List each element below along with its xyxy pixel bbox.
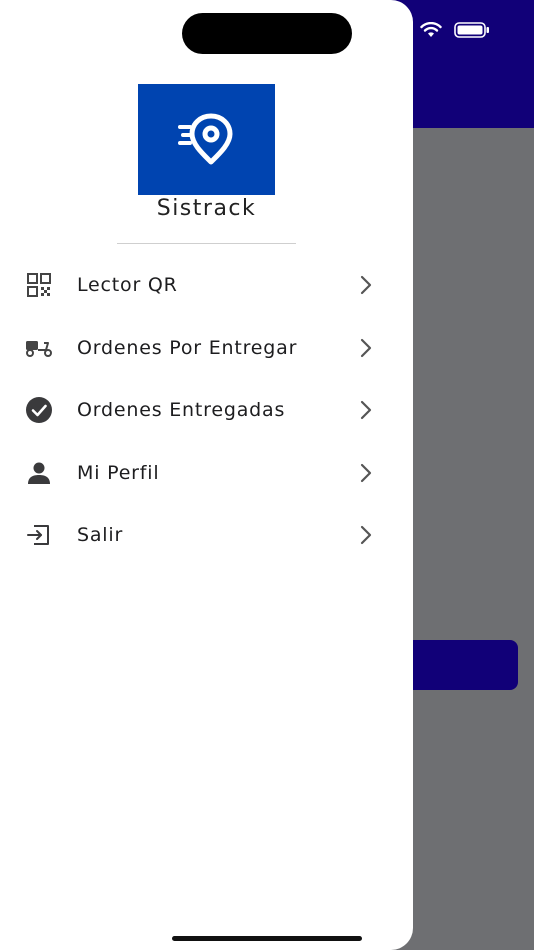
menu-item-label: Mi Perfil	[77, 461, 160, 484]
menu-item-label: Salir	[77, 524, 124, 547]
location-pin-speed-icon	[177, 113, 232, 164]
menu-item-label: Ordenes Por Entregar	[77, 336, 298, 359]
menu-item-ordenes-entregadas[interactable]: Ordenes Entregadas	[0, 379, 413, 442]
delivery-scooter-icon	[24, 333, 54, 363]
chevron-right-icon	[356, 400, 376, 420]
qr-code-icon	[24, 270, 54, 300]
chevron-right-icon	[356, 463, 376, 483]
logout-icon	[24, 520, 54, 550]
status-bar	[420, 21, 490, 42]
chevron-right-icon	[356, 525, 376, 545]
chevron-right-icon	[356, 275, 376, 295]
battery-icon	[454, 22, 490, 42]
check-circle-icon	[24, 395, 54, 425]
home-indicator[interactable]	[172, 936, 362, 941]
device-notch	[182, 13, 352, 54]
app-logo	[138, 84, 275, 195]
wifi-icon	[420, 21, 442, 42]
drawer-menu: Lector QR Ordenes Por Entregar Ordenes E…	[0, 254, 413, 567]
navigation-drawer: Sistrack Lector QR Ordenes Por Entregar …	[0, 0, 413, 950]
menu-item-salir[interactable]: Salir	[0, 504, 413, 567]
menu-item-ordenes-por-entregar[interactable]: Ordenes Por Entregar	[0, 317, 413, 380]
person-icon	[24, 458, 54, 488]
menu-item-mi-perfil[interactable]: Mi Perfil	[0, 442, 413, 505]
divider	[117, 243, 296, 244]
menu-item-label: Ordenes Entregadas	[77, 399, 286, 422]
brand-name: Sistrack	[156, 196, 257, 221]
chevron-right-icon	[356, 338, 376, 358]
menu-item-label: Lector QR	[77, 274, 178, 297]
menu-item-lector-qr[interactable]: Lector QR	[0, 254, 413, 317]
